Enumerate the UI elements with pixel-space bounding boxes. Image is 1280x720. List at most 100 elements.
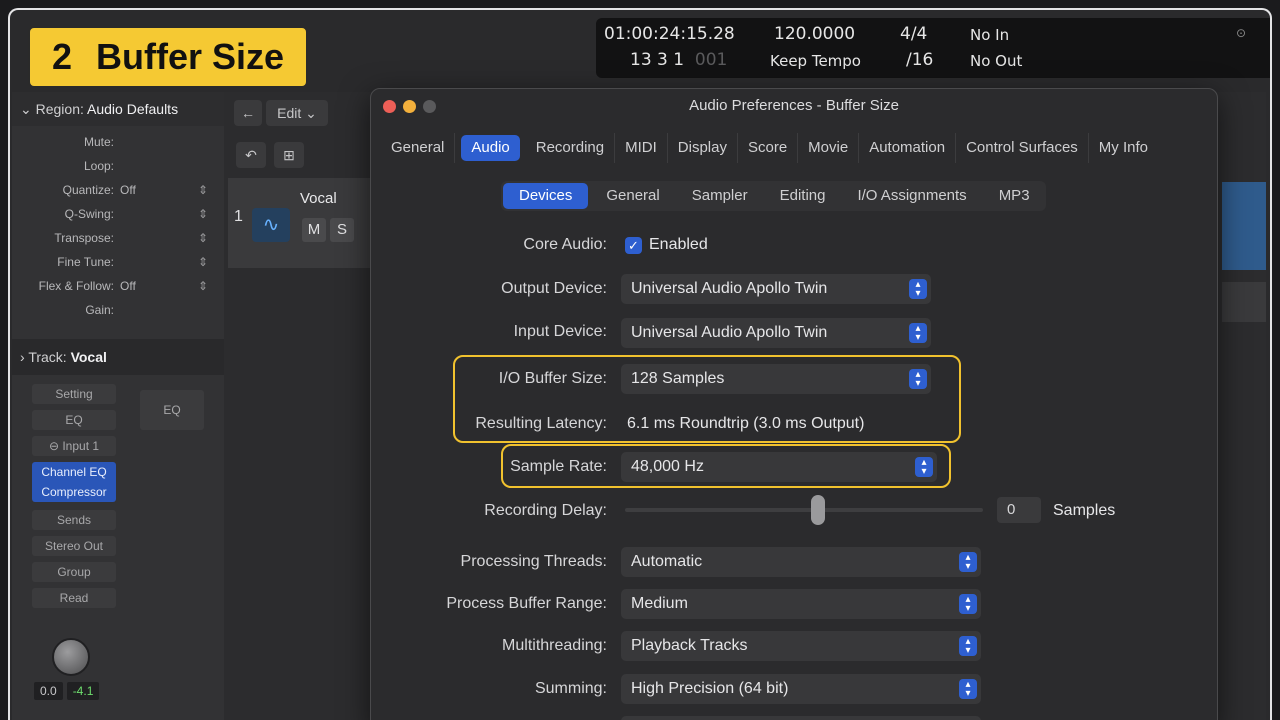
- setting-button[interactable]: Setting: [32, 384, 116, 404]
- region-name: Audio Defaults: [87, 101, 179, 117]
- slider-thumb[interactable]: [811, 495, 825, 525]
- add-track-button[interactable]: ⊞: [274, 142, 304, 168]
- inspector-row-finetune[interactable]: Fine Tune: ⇕: [12, 250, 224, 274]
- plugin-slot-compressor[interactable]: Compressor: [32, 482, 116, 502]
- tab-automation[interactable]: Automation: [859, 133, 957, 163]
- stepper-icon[interactable]: ⇕: [198, 202, 208, 226]
- group-button[interactable]: Group: [32, 562, 116, 582]
- subtab-sampler[interactable]: Sampler: [676, 181, 764, 211]
- subtab-general[interactable]: General: [590, 181, 675, 211]
- track-name: Vocal: [70, 349, 107, 365]
- input-device-select[interactable]: Universal Audio Apollo Twin ▴ ▾: [621, 318, 931, 348]
- audio-region-empty[interactable]: [1222, 282, 1266, 322]
- processing-threads-label: Processing Threads:: [460, 553, 607, 570]
- edit-menu[interactable]: Edit ⌄: [266, 100, 328, 126]
- link-icon: ⊖: [48, 439, 59, 453]
- cut-off-select[interactable]: [621, 716, 981, 720]
- midi-in: No In: [970, 26, 1010, 44]
- eq-thumbnail[interactable]: EQ: [140, 390, 204, 430]
- tab-control-surfaces[interactable]: Control Surfaces: [956, 133, 1089, 163]
- region-header[interactable]: ⌄ Region: Audio Defaults: [12, 92, 224, 126]
- select-arrows-icon: ▴ ▾: [959, 636, 977, 656]
- tab-audio[interactable]: Audio: [461, 135, 520, 161]
- buffer-range-select[interactable]: Medium ▴ ▾: [621, 589, 981, 619]
- inspector-row-mute[interactable]: Mute:: [12, 130, 224, 154]
- core-audio-checkbox[interactable]: ✓: [625, 237, 642, 254]
- track-header-row[interactable]: 1 ∿ Vocal M S: [228, 178, 372, 268]
- transport-display[interactable]: 01:00:24:15.28 13 3 1 001 120.0000 Keep …: [596, 18, 1270, 78]
- output-button[interactable]: Stereo Out: [32, 536, 116, 556]
- inspector-row-gain[interactable]: Gain:: [12, 298, 224, 322]
- channel-strip: Setting EQ ⊖ Input 1 Channel EQ Compress…: [32, 384, 116, 614]
- subtab-mp3[interactable]: MP3: [983, 181, 1046, 211]
- inspector-row-quantize[interactable]: Quantize: Off ⇕: [12, 178, 224, 202]
- tab-recording[interactable]: Recording: [526, 133, 616, 163]
- track-name: Vocal: [300, 190, 337, 207]
- preferences-tabs: General Audio Recording MIDI Display Sco…: [381, 133, 1158, 163]
- track-header[interactable]: › Track: Vocal: [12, 339, 224, 375]
- chevron-right-icon: ›: [20, 349, 25, 365]
- inspector: ⌄ Region: Audio Defaults Mute: Loop: Qua…: [12, 92, 224, 720]
- recording-delay-unit: Samples: [1053, 502, 1116, 519]
- select-arrows-icon: ▴ ▾: [959, 679, 977, 699]
- tempo-display: 120.0000: [774, 24, 856, 44]
- select-arrows-icon: ▴ ▾: [909, 323, 927, 343]
- dialog-titlebar: Audio Preferences - Buffer Size: [371, 89, 1217, 123]
- recording-delay-slider[interactable]: [625, 508, 983, 512]
- subtab-io-assignments[interactable]: I/O Assignments: [841, 181, 982, 211]
- summing-select[interactable]: High Precision (64 bit) ▴ ▾: [621, 674, 981, 704]
- strip-values: 0.0 -4.1: [34, 682, 103, 700]
- eq-button[interactable]: EQ: [32, 410, 116, 430]
- zoom-button[interactable]: [423, 100, 436, 113]
- inspector-row-qswing[interactable]: Q-Swing: ⇕: [12, 202, 224, 226]
- level-value[interactable]: -4.1: [66, 682, 100, 700]
- time-division: /16: [906, 50, 934, 70]
- processing-threads-select[interactable]: Automatic ▴ ▾: [621, 547, 981, 577]
- stepper-icon[interactable]: ⇕: [198, 250, 208, 274]
- buffer-highlight: [453, 355, 961, 443]
- stepper-icon[interactable]: ⇕: [198, 226, 208, 250]
- tab-score[interactable]: Score: [738, 133, 799, 163]
- multithreading-select[interactable]: Playback Tracks ▴ ▾: [621, 631, 981, 661]
- tuner-icon[interactable]: ⊙: [1236, 26, 1246, 40]
- waveform-icon: ∿: [252, 208, 290, 242]
- summing-label: Summing:: [534, 680, 607, 697]
- back-button[interactable]: ←: [234, 100, 262, 126]
- recording-delay-label: Recording Delay:: [484, 502, 607, 519]
- pan-knob[interactable]: [52, 638, 90, 676]
- minimize-button[interactable]: [403, 100, 416, 113]
- subtab-devices[interactable]: Devices: [503, 183, 589, 209]
- inspector-row-transpose[interactable]: Transpose: ⇕: [12, 226, 224, 250]
- inspector-row-flex[interactable]: Flex & Follow: Off ⇕: [12, 274, 224, 298]
- tab-general[interactable]: General: [381, 133, 456, 163]
- stepper-icon[interactable]: ⇕: [198, 178, 208, 202]
- close-button[interactable]: [383, 100, 396, 113]
- plugin-slot-channel-eq[interactable]: Channel EQ: [32, 462, 116, 482]
- mute-button[interactable]: M: [302, 218, 326, 242]
- sends-button[interactable]: Sends: [32, 510, 116, 530]
- automation-mode-button[interactable]: Read: [32, 588, 116, 608]
- chevron-down-icon: ⌄: [20, 101, 32, 117]
- stepper-icon[interactable]: ⇕: [198, 274, 208, 298]
- solo-button[interactable]: S: [330, 218, 354, 242]
- tab-display[interactable]: Display: [668, 133, 738, 163]
- undo-button[interactable]: ↶: [236, 142, 266, 168]
- recording-delay-field[interactable]: 0: [997, 497, 1041, 523]
- step-badge: 2 Buffer Size: [28, 26, 308, 88]
- step-number: 2: [52, 36, 73, 77]
- tab-movie[interactable]: Movie: [798, 133, 860, 163]
- inspector-row-loop[interactable]: Loop:: [12, 154, 224, 178]
- tab-my-info[interactable]: My Info: [1089, 133, 1158, 163]
- time-display: 01:00:24:15.28: [604, 24, 735, 44]
- core-audio-label: Core Audio:: [523, 236, 607, 253]
- input-button[interactable]: ⊖ Input 1: [32, 436, 116, 456]
- output-device-select[interactable]: Universal Audio Apollo Twin ▴ ▾: [621, 274, 931, 304]
- subtab-editing[interactable]: Editing: [764, 181, 842, 211]
- tab-midi[interactable]: MIDI: [615, 133, 668, 163]
- audio-region[interactable]: [1222, 182, 1266, 270]
- channel-strip-2: EQ: [140, 390, 204, 436]
- pan-value[interactable]: 0.0: [34, 682, 63, 700]
- step-title: Buffer Size: [96, 36, 285, 77]
- app-window: 2 Buffer Size 01:00:24:15.28 13 3 1 001 1…: [8, 8, 1272, 720]
- sample-rate-highlight: [501, 444, 951, 488]
